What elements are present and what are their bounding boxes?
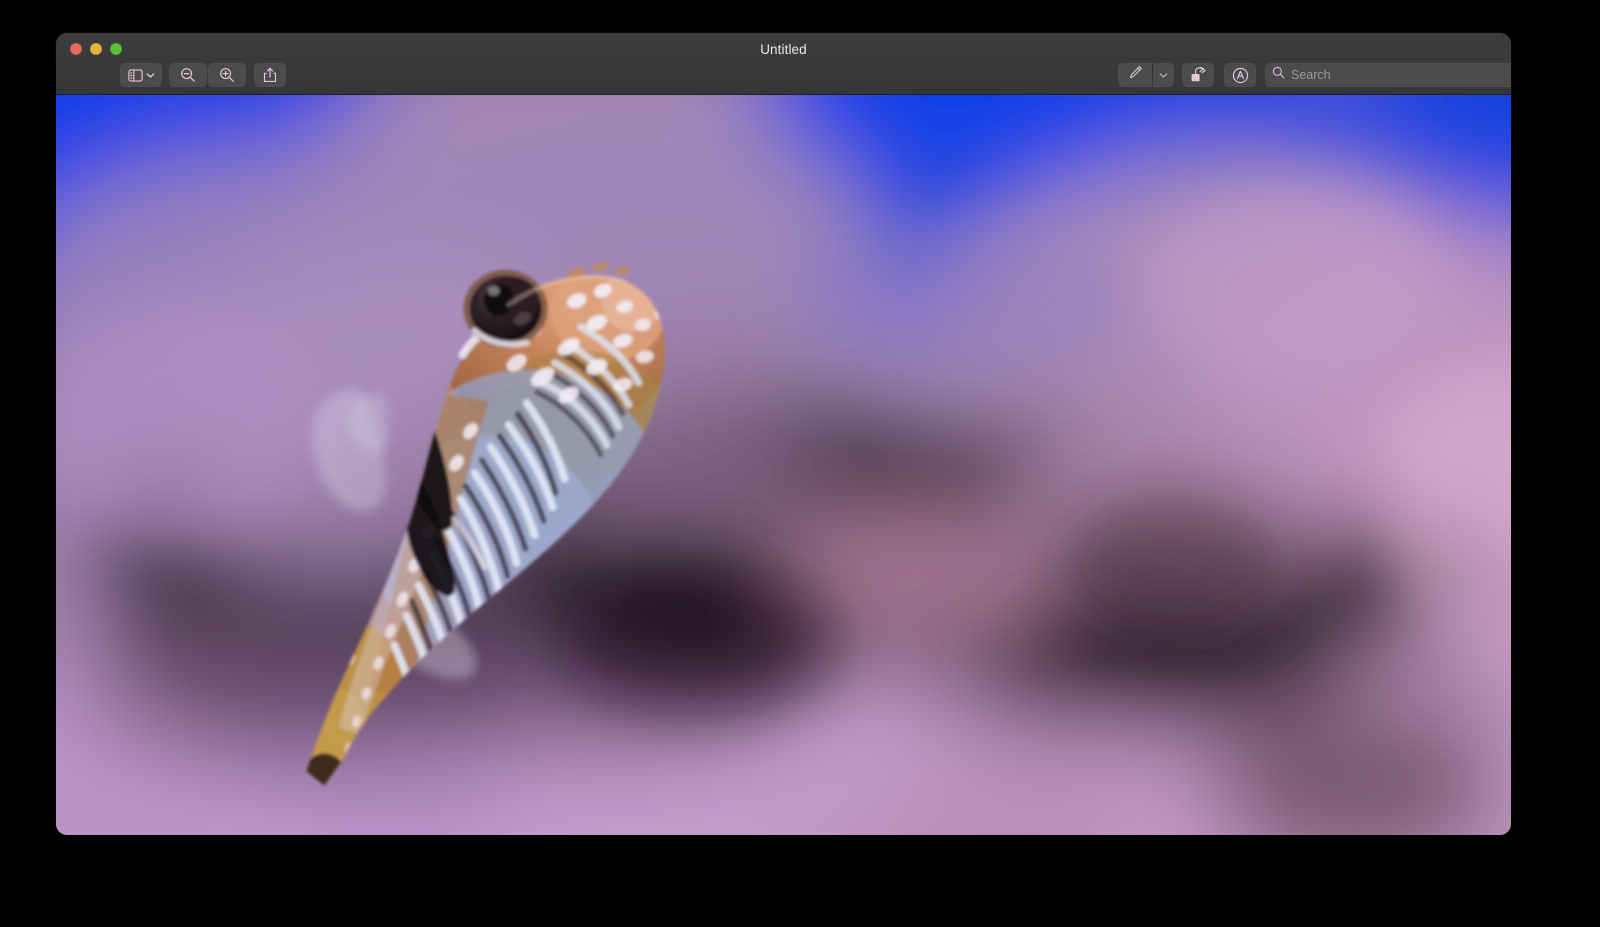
marker-pen-icon (1128, 65, 1143, 85)
pufferfish-photo (56, 95, 1511, 835)
image-canvas[interactable] (56, 95, 1511, 835)
magnifier-minus-icon (180, 67, 196, 83)
preview-window: Untitled (56, 33, 1511, 835)
sidebar-icon (128, 69, 143, 82)
rotate-button[interactable] (1182, 63, 1214, 87)
zoom-in-button[interactable] (208, 63, 246, 87)
markup-toolbar-button[interactable] (1118, 63, 1153, 87)
maximize-button[interactable] (110, 43, 122, 55)
sidebar-toggle-button[interactable] (120, 63, 162, 87)
window-titlebar: Untitled (56, 33, 1511, 95)
annotate-button[interactable] (1224, 63, 1256, 87)
rotate-left-icon (1190, 67, 1207, 83)
search-field[interactable] (1265, 63, 1511, 87)
window-title: Untitled (56, 41, 1511, 59)
share-button[interactable] (254, 63, 286, 87)
close-button[interactable] (70, 43, 82, 55)
traffic-light-group (70, 43, 122, 55)
zoom-out-button[interactable] (169, 63, 207, 87)
chevron-down-icon (146, 72, 155, 79)
minimize-button[interactable] (90, 43, 102, 55)
search-input[interactable] (1291, 68, 1510, 82)
markup-tool-group (1118, 63, 1174, 87)
share-up-arrow-icon (263, 67, 277, 83)
signature-circle-icon (1232, 67, 1249, 84)
search-icon (1272, 66, 1285, 84)
markup-menu-button[interactable] (1153, 63, 1174, 87)
magnifier-plus-icon (219, 67, 235, 83)
chevron-down-icon (1159, 66, 1168, 84)
